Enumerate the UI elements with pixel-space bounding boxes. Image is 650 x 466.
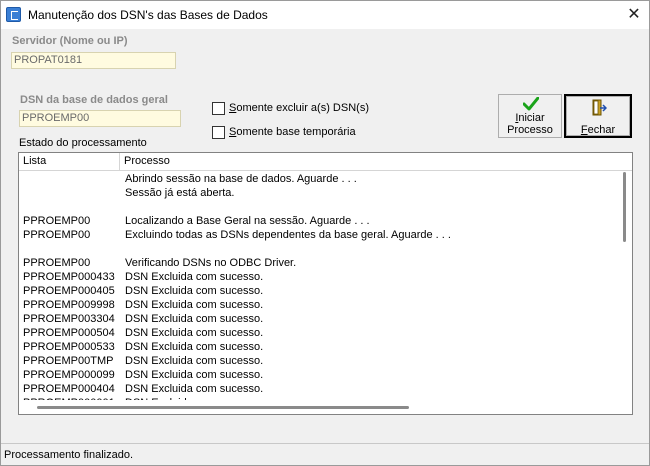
start-process-button[interactable]: Iniciar Processo: [498, 94, 562, 138]
horizontal-scrollbar[interactable]: [19, 400, 619, 414]
only-delete-dsn-option[interactable]: Somente excluir a(s) DSN(s): [212, 102, 392, 116]
checkmark-icon: [523, 97, 539, 111]
close-button-label: Fechar: [580, 124, 616, 136]
list-item-processo: Verificando DSNs no ODBC Driver.: [125, 257, 297, 269]
list-item[interactable]: PPROEMP000405 DSN Excluida com sucesso.: [19, 284, 619, 298]
app-icon: [6, 7, 21, 22]
list-item-lista: PPROEMP00TMP: [23, 355, 114, 367]
only-temp-base-label: Somente base temporária: [229, 126, 356, 138]
list-item[interactable]: PPROEMP00 Verificando DSNs no ODBC Driver…: [19, 256, 619, 270]
dsn-maintenance-window: Manutenção dos DSN's das Bases de Dados …: [0, 0, 650, 466]
list-item[interactable]: PPROEMP00 Excluindo todas as DSNs depende…: [19, 228, 619, 242]
vertical-scrollbar[interactable]: [619, 172, 631, 400]
list-header: Lista Processo: [19, 153, 632, 171]
list-item-processo: DSN Excluida com sucesso.: [125, 383, 264, 395]
list-item-processo: DSN Excluida com sucesso.: [125, 355, 264, 367]
list-item-processo: DSN Excluida com sucesso.: [125, 341, 264, 353]
list-item-lista: PPROEMP000099: [23, 369, 115, 381]
close-button[interactable]: Fechar: [564, 94, 632, 138]
only-delete-dsn-label: Somente excluir a(s) DSN(s): [229, 102, 369, 114]
start-process-label-1: Iniciar: [515, 112, 545, 124]
list-item-processo: Sessão já está aberta.: [125, 187, 235, 199]
list-item[interactable]: PPROEMP000404 DSN Excluida com sucesso.: [19, 382, 619, 396]
list-item-processo: DSN Excluida com sucesso.: [125, 327, 264, 339]
only-delete-dsn-checkbox[interactable]: [212, 102, 225, 115]
window-title: Manutenção dos DSN's das Bases de Dados: [28, 8, 268, 22]
horizontal-scroll-thumb[interactable]: [37, 406, 409, 409]
list-item[interactable]: PPROEMP00 Localizando a Base Geral na ses…: [19, 214, 619, 228]
start-process-label-2: Processo: [507, 124, 553, 136]
list-item[interactable]: PPROEMP000099 DSN Excluida com sucesso.: [19, 368, 619, 382]
list-item[interactable]: Abrindo sessão na base de dados. Aguarde…: [19, 172, 619, 186]
list-item-processo: DSN Excluida com sucesso.: [125, 313, 264, 325]
close-icon: ✕: [627, 6, 641, 23]
list-item-lista: PPROEMP009998: [23, 299, 115, 311]
list-item-processo: Excluindo todas as DSNs dependentes da b…: [125, 229, 451, 241]
list-item[interactable]: PPROEMP00TMP DSN Excluida com sucesso.: [19, 354, 619, 368]
only-temp-base-option[interactable]: Somente base temporária: [212, 126, 392, 140]
list-item[interactable]: PPROEMP009998 DSN Excluida com sucesso.: [19, 298, 619, 312]
close-window-button[interactable]: ✕: [619, 1, 649, 29]
list-item-lista: PPROEMP000405: [23, 285, 115, 297]
status-text: Processamento finalizado.: [4, 449, 134, 461]
process-state-label: Estado do processamento: [19, 137, 147, 149]
process-rows: Abrindo sessão na base de dados. Aguarde…: [19, 172, 619, 400]
process-list[interactable]: Lista Processo Abrindo sessão na base de…: [18, 152, 633, 415]
list-item[interactable]: [19, 242, 619, 256]
list-item-processo: Abrindo sessão na base de dados. Aguarde…: [125, 173, 357, 185]
only-temp-base-checkbox[interactable]: [212, 126, 225, 139]
list-item[interactable]: PPROEMP000533 DSN Excluida com sucesso.: [19, 340, 619, 354]
title-bar[interactable]: Manutenção dos DSN's das Bases de Dados …: [1, 1, 649, 29]
column-header-processo[interactable]: Processo: [120, 153, 632, 171]
status-bar: Processamento finalizado.: [1, 443, 649, 465]
list-item[interactable]: [19, 200, 619, 214]
list-item[interactable]: PPROEMP000504 DSN Excluida com sucesso.: [19, 326, 619, 340]
list-item-processo: DSN Excluida com sucesso.: [125, 285, 264, 297]
list-item[interactable]: PPROEMP000433 DSN Excluida com sucesso.: [19, 270, 619, 284]
list-item[interactable]: PPROEMP003304 DSN Excluida com sucesso.: [19, 312, 619, 326]
server-label: Servidor (Nome ou IP): [12, 35, 128, 47]
server-field[interactable]: PROPAT0181: [11, 52, 176, 69]
list-item-lista: PPROEMP00: [23, 215, 91, 227]
list-item-processo: DSN Excluida com sucesso.: [125, 299, 264, 311]
list-item[interactable]: Sessão já está aberta.: [19, 186, 619, 200]
vertical-scroll-thumb[interactable]: [623, 172, 626, 242]
column-header-lista[interactable]: Lista: [19, 153, 120, 171]
list-item-lista: PPROEMP003304: [23, 313, 115, 325]
list-item-lista: PPROEMP000433: [23, 271, 115, 283]
list-item-lista: PPROEMP000533: [23, 341, 115, 353]
list-item-lista: PPROEMP00: [23, 257, 91, 269]
list-item-lista: PPROEMP000404: [23, 383, 115, 395]
list-item-processo: DSN Excluida com sucesso.: [125, 369, 264, 381]
list-item-processo: DSN Excluida com sucesso.: [125, 271, 264, 283]
exit-door-icon: [592, 99, 607, 116]
list-item-lista: PPROEMP00: [23, 229, 91, 241]
dsn-field[interactable]: PPROEMP00: [19, 110, 181, 127]
list-item-lista: PPROEMP000504: [23, 327, 115, 339]
dsn-label: DSN da base de dados geral: [20, 94, 168, 106]
list-item-processo: Localizando a Base Geral na sessão. Agua…: [125, 215, 370, 227]
